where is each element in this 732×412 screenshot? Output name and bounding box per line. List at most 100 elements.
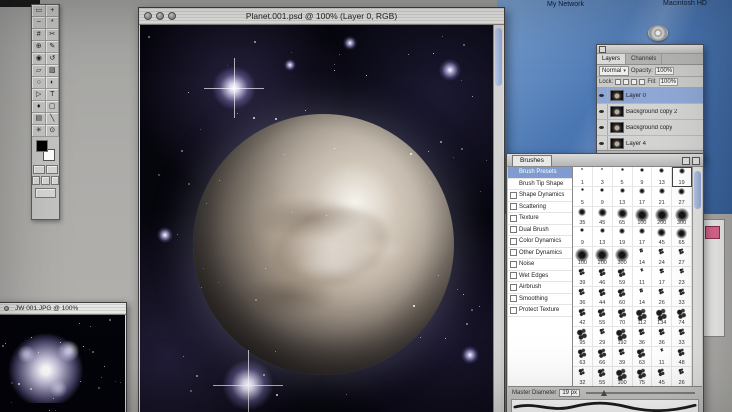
checkbox[interactable] <box>510 203 517 211</box>
layer-row[interactable]: Layer 4 <box>597 136 703 150</box>
brush-option-shape-dynamics[interactable]: Shape Dynamics <box>508 190 572 202</box>
palette-close-box[interactable] <box>599 46 606 53</box>
brush-preset[interactable]: 100 <box>573 247 593 267</box>
brush-preset[interactable]: 63 <box>632 347 653 367</box>
crop-tool[interactable]: # <box>32 29 46 41</box>
slider-thumb-icon[interactable] <box>601 390 608 396</box>
brush-preset[interactable]: 5 <box>612 167 633 187</box>
checkbox[interactable] <box>510 295 517 303</box>
brush-preset[interactable]: 65 <box>612 207 633 227</box>
brush-option-scattering[interactable]: Scattering <box>508 202 572 213</box>
brush-preset[interactable]: 17 <box>632 187 653 207</box>
move-tool[interactable]: + <box>46 5 60 17</box>
brush-preset[interactable]: 13 <box>612 187 633 207</box>
brush-preset[interactable]: 66 <box>592 347 613 367</box>
brush-preset[interactable]: 134 <box>652 307 673 327</box>
brush-preset[interactable]: 23 <box>672 267 692 287</box>
brush-preset[interactable]: 11 <box>632 267 653 287</box>
brush-option-texture[interactable]: Texture <box>508 213 572 225</box>
fullscreen-menubar-button[interactable] <box>41 176 50 185</box>
brush-tool[interactable]: ✎ <box>46 41 60 53</box>
brush-option-smoothing[interactable]: Smoothing <box>508 294 572 305</box>
brush-preset[interactable]: 21 <box>652 187 673 207</box>
checkbox[interactable] <box>510 272 517 280</box>
brush-preset[interactable]: 192 <box>612 327 633 347</box>
brush-preset[interactable]: 24 <box>652 247 673 267</box>
eyedropper-tool[interactable]: ╲ <box>46 113 60 125</box>
master-diameter-value[interactable]: 19 px <box>559 389 581 397</box>
scrollbar-thumb[interactable] <box>694 171 701 209</box>
brush-preset[interactable]: 17 <box>632 227 653 247</box>
brush-preset[interactable]: 39 <box>573 267 593 287</box>
brush-preset[interactable]: 5 <box>573 187 593 207</box>
brush-preset[interactable]: 33 <box>672 327 692 347</box>
brush-preset[interactable]: 70 <box>612 307 633 327</box>
starfield-image[interactable] <box>0 315 125 412</box>
brush-preset[interactable]: 200 <box>652 207 673 227</box>
brush-preset[interactable]: 9 <box>632 167 653 187</box>
brush-preset[interactable]: 26 <box>652 287 673 307</box>
clone-stamp-tool[interactable]: ◉ <box>32 53 46 65</box>
zoom-tool[interactable]: ⊙ <box>46 125 60 137</box>
healing-brush-tool[interactable]: ⊕ <box>32 41 46 53</box>
gradient-tool[interactable]: ▨ <box>46 65 60 77</box>
brush-option-brush-tip-shape[interactable]: Brush Tip Shape <box>508 179 572 190</box>
checkbox[interactable] <box>510 226 517 234</box>
path-selection-tool[interactable]: ▷ <box>32 89 46 101</box>
brush-preset[interactable]: 60 <box>612 287 633 307</box>
checkbox[interactable] <box>510 260 517 268</box>
magic-wand-tool[interactable]: * <box>46 17 60 29</box>
document-titlebar[interactable]: Planet.001.psd @ 100% (Layer 0, RGB) <box>139 8 504 25</box>
standard-screen-button[interactable] <box>32 176 41 185</box>
document-canvas[interactable] <box>140 25 493 412</box>
brush-preset[interactable]: 29 <box>592 327 613 347</box>
brush-preset[interactable]: 9 <box>592 187 613 207</box>
brush-preset[interactable]: 100 <box>613 367 633 386</box>
brush-option-dual-brush[interactable]: Dual Brush <box>508 225 572 236</box>
master-diameter-slider[interactable] <box>586 390 695 396</box>
lock-all-checkbox[interactable] <box>639 79 646 85</box>
brush-preset[interactable]: 13 <box>652 167 673 187</box>
standard-mode-button[interactable] <box>33 165 45 174</box>
visibility-eye-icon[interactable] <box>597 120 608 135</box>
brush-preset[interactable]: 13 <box>592 227 613 247</box>
brush-preset[interactable]: 27 <box>672 247 692 267</box>
brush-preset[interactable]: 65 <box>672 227 692 247</box>
checkbox[interactable] <box>510 283 517 291</box>
layer-row[interactable]: Background copy 2 <box>597 104 703 120</box>
quick-mask-mode-button[interactable] <box>46 165 58 174</box>
brush-option-other-dynamics[interactable]: Other Dynamics <box>508 248 572 259</box>
blend-mode-select[interactable]: Normal ▾ <box>599 65 629 76</box>
brush-preset[interactable]: 59 <box>612 267 633 287</box>
checkbox[interactable] <box>510 237 517 245</box>
close-button[interactable] <box>4 306 9 311</box>
brush-preset[interactable]: 112 <box>632 307 653 327</box>
desktop-icon-label[interactable]: My Network <box>547 1 584 8</box>
opacity-value[interactable]: 100% <box>654 66 675 75</box>
hand-tool[interactable]: ✳ <box>32 125 46 137</box>
lock-image-checkbox[interactable] <box>623 79 630 85</box>
brush-preset[interactable]: 17 <box>652 267 673 287</box>
brush-preset[interactable]: 36 <box>652 327 673 347</box>
lasso-tool[interactable]: ~ <box>32 17 46 29</box>
brush-preset[interactable]: 36 <box>573 287 593 307</box>
brush-preset[interactable]: 1 <box>573 167 593 187</box>
brush-preset[interactable]: 74 <box>672 307 692 327</box>
brush-preset[interactable]: 14 <box>632 287 653 307</box>
brush-preset[interactable]: 3 <box>592 167 613 187</box>
visibility-eye-icon[interactable] <box>597 136 608 150</box>
brush-preset[interactable]: 300 <box>612 247 633 267</box>
brush-option-protect-texture[interactable]: Protect Texture <box>508 305 572 317</box>
blur-tool[interactable]: ○ <box>32 77 46 89</box>
visibility-eye-icon[interactable] <box>597 104 608 119</box>
brush-preset[interactable]: 100 <box>632 207 653 227</box>
brush-preset[interactable]: 46 <box>592 267 613 287</box>
dodge-tool[interactable]: ◐ <box>46 77 60 89</box>
brush-preset[interactable]: 35 <box>573 207 593 227</box>
cd-disc-icon[interactable] <box>648 25 668 41</box>
brush-preset[interactable]: 63 <box>573 347 593 367</box>
rectangular-marquee-tool[interactable]: ▭ <box>32 5 46 17</box>
layer-row[interactable]: Layer 0 <box>597 88 703 104</box>
pen-tool[interactable]: ♦ <box>32 101 46 113</box>
brush-preset[interactable]: 11 <box>652 347 673 367</box>
